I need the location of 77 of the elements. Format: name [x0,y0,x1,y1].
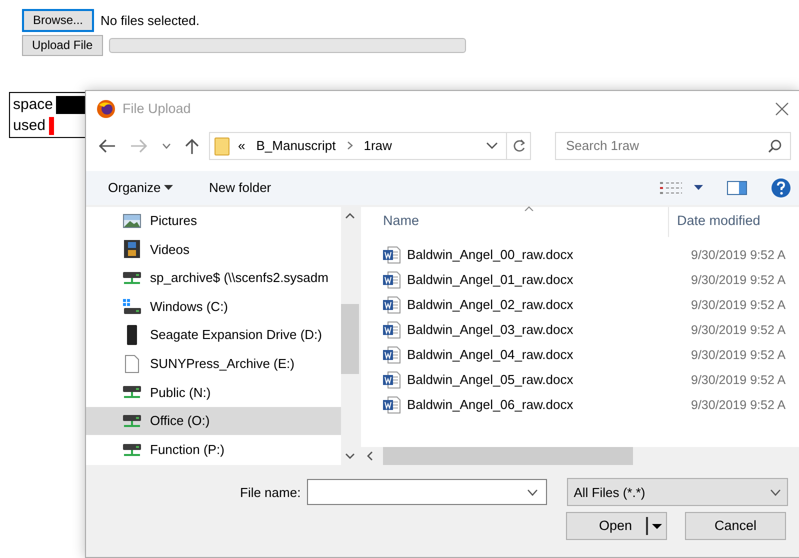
address-bar[interactable]: « B_Manuscript 1raw [209,132,531,160]
nav-item[interactable]: Videos [86,235,341,264]
column-header[interactable]: Date modified [668,206,760,237]
file-type-dropdown[interactable]: All Files (*.*) [566,478,788,506]
cancel-button[interactable]: Cancel [685,512,786,540]
nav-item[interactable]: Function (P:) [86,435,341,464]
word-document-icon [383,321,401,340]
dropdown-chevron-icon [526,488,538,496]
word-document-icon [383,346,401,364]
nav-item[interactable]: Pictures [86,206,341,236]
file-row[interactable]: Baldwin_Angel_03_raw.docx 9/30/2019 9:52 A [361,318,799,343]
back-arrow-icon[interactable] [98,138,116,153]
blank-file-icon [125,354,139,373]
file-row[interactable]: Baldwin_Angel_00_raw.docx 9/30/2019 9:52 A [361,242,799,268]
scroll-thumb[interactable] [383,447,633,466]
search-icon [768,138,782,153]
file-status-text: No files selected. [100,12,200,30]
dialog-title: File Upload [122,100,192,118]
file-row[interactable]: Baldwin_Angel_02_raw.docx 9/30/2019 9:52 A [361,292,799,318]
preview-pane-icon[interactable] [727,180,747,195]
word-document-icon [383,371,401,390]
file-row[interactable]: Baldwin_Angel_06_raw.docx 9/30/2019 9:52 A [361,392,799,418]
scroll-up-icon [345,212,355,219]
breadcrumb-item[interactable]: B_Manuscript [256,136,336,156]
new-folder-button[interactable]: New folder [209,178,272,198]
breadcrumb-separator-icon [346,141,353,150]
network-drive-icon [123,414,141,428]
word-document-icon [383,271,401,290]
scroll-down-icon [345,453,355,460]
file-row[interactable]: Baldwin_Angel_04_raw.docx 9/30/2019 9:52 A [361,342,799,368]
organize-menu[interactable]: Organize [108,178,173,198]
file-name-label: File name: [240,484,301,502]
search-field[interactable]: Search 1raw [555,132,791,160]
vertical-scrollbar[interactable] [341,206,359,466]
film-strip-icon [124,240,140,258]
recent-chevron-icon[interactable] [162,142,171,149]
nav-item[interactable]: Public (N:) [86,378,341,407]
word-document-icon [383,396,401,414]
browser-logo-icon [96,98,116,119]
dropdown-chevron-icon [770,488,781,496]
system-drive-icon [123,298,141,315]
file-row[interactable]: Baldwin_Angel_01_raw.docx 9/30/2019 9:52 A [361,268,799,293]
browse-button[interactable]: Browse... [22,9,94,32]
legend-label: used [13,116,46,136]
refresh-icon[interactable] [512,138,526,153]
pictures-icon [123,214,141,228]
dropdown-chevron-icon[interactable] [486,142,498,150]
external-drive-icon [126,325,138,346]
nav-item[interactable]: Windows (C:) [86,292,341,321]
nav-item[interactable]: SUNYPress_Archive (E:) [86,350,341,378]
network-drive-icon [123,385,141,400]
network-drive-icon [123,271,141,286]
scroll-left-icon [367,451,373,462]
caret-icon[interactable] [694,185,703,190]
help-icon[interactable] [771,178,791,198]
breadcrumb-item[interactable]: 1raw [364,136,392,156]
file-name-field[interactable] [306,479,547,506]
caret-icon [652,524,662,529]
nav-item[interactable]: Office (O:) [86,406,341,436]
upload-button[interactable]: Upload File [22,35,103,56]
nav-item[interactable]: sp_archive$ (\\scenfs2.sysadm [86,264,341,292]
legend-label: space [13,95,54,115]
scroll-thumb[interactable] [341,304,359,374]
caret-icon [164,185,173,190]
up-arrow-icon[interactable] [185,138,199,154]
word-document-icon [383,246,401,264]
nav-item[interactable]: Seagate Expansion Drive (D:) [86,320,341,350]
column-header[interactable]: Name [383,211,668,232]
close-icon[interactable] [775,102,789,116]
overflow-chevron-text: « [238,137,246,155]
word-document-icon [383,296,401,314]
view-options-icon[interactable] [660,180,682,195]
network-drive-icon [123,442,141,457]
folder-icon [214,136,230,156]
file-row[interactable]: Baldwin_Angel_05_raw.docx 9/30/2019 9:52 A [361,368,799,393]
open-button[interactable]: Open [566,512,667,540]
horizontal-scrollbar[interactable] [361,447,799,466]
